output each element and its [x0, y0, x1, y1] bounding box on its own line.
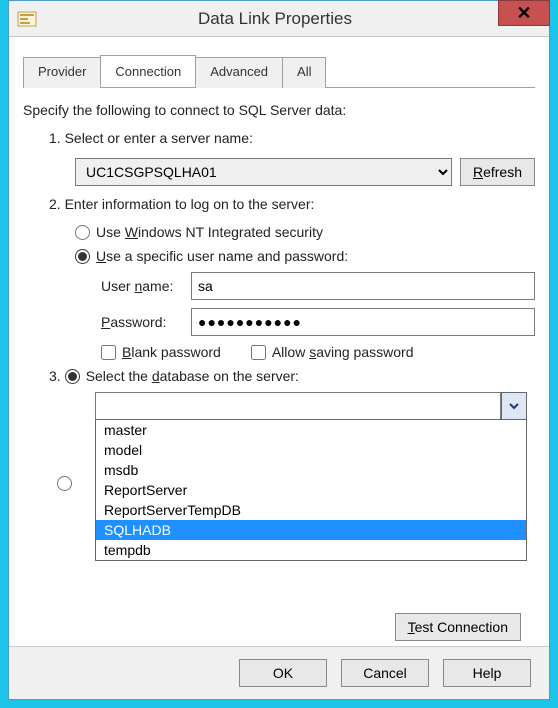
username-input[interactable]: [191, 272, 535, 300]
dialog-window: Data Link Properties ✕ Provider Connecti…: [8, 0, 550, 700]
server-combo[interactable]: UC1CSGPSQLHA01: [75, 158, 452, 186]
tab-all[interactable]: All: [282, 57, 326, 88]
password-input[interactable]: [191, 308, 535, 336]
dialog-title: Data Link Properties: [41, 9, 509, 29]
content-area: Provider Connection Advanced All Specify…: [9, 37, 549, 651]
db-option[interactable]: ReportServerTempDB: [96, 500, 526, 520]
step1-label: 1. Select or enter a server name:: [49, 130, 535, 146]
ok-button[interactable]: OK: [239, 659, 327, 687]
db-option[interactable]: ReportServer: [96, 480, 526, 500]
pw-checks-row: Blank password Allow saving password: [101, 344, 535, 360]
dropdown-arrow[interactable]: [501, 392, 527, 420]
save-password-label: Allow saving password: [272, 344, 414, 360]
radio-user-label: Use a specific user name and password:: [96, 248, 348, 264]
blank-password-label: Blank password: [122, 344, 221, 360]
step3-row: 3. Select the database on the server:: [49, 368, 535, 384]
db-option[interactable]: SQLHADB: [96, 520, 526, 540]
step3-num: 3.: [49, 368, 61, 384]
radio-select-db[interactable]: [65, 369, 80, 384]
db-option[interactable]: master: [96, 420, 526, 440]
password-label: Password:: [101, 314, 191, 330]
db-dropdown-section: mastermodelmsdbReportServerReportServerT…: [95, 392, 535, 420]
blank-password-checkbox[interactable]: [101, 345, 116, 360]
db-option[interactable]: tempdb: [96, 540, 526, 560]
db-option[interactable]: msdb: [96, 460, 526, 480]
radio-nt-label: Use Windows NT Integrated security: [96, 224, 323, 240]
tabstrip: Provider Connection Advanced All: [23, 57, 535, 88]
help-button[interactable]: Help: [443, 659, 531, 687]
nt-auth-row: Use Windows NT Integrated security: [75, 224, 535, 240]
username-label: User name:: [101, 278, 191, 294]
db-option[interactable]: model: [96, 440, 526, 460]
tab-advanced[interactable]: Advanced: [195, 57, 283, 88]
close-icon: ✕: [516, 3, 531, 24]
close-button[interactable]: ✕: [498, 0, 550, 26]
button-row: OK Cancel Help: [9, 646, 549, 699]
radio-attach-db-file[interactable]: [57, 476, 72, 491]
test-connection-button[interactable]: Test Connection: [395, 613, 521, 641]
refresh-button[interactable]: Refresh: [460, 158, 535, 186]
database-dropdown-list[interactable]: mastermodelmsdbReportServerReportServerT…: [95, 419, 527, 561]
intro-text: Specify the following to connect to SQL …: [23, 102, 535, 118]
database-combo[interactable]: [95, 392, 527, 420]
password-row: Password:: [101, 308, 535, 336]
radio-nt-auth[interactable]: [75, 225, 90, 240]
step2-label: 2. Enter information to log on to the se…: [49, 196, 535, 212]
user-auth-row: Use a specific user name and password:: [75, 248, 535, 264]
chevron-down-icon: [508, 400, 520, 412]
cancel-button[interactable]: Cancel: [341, 659, 429, 687]
radio-user-auth[interactable]: [75, 249, 90, 264]
username-row: User name:: [101, 272, 535, 300]
save-password-checkbox[interactable]: [251, 345, 266, 360]
select-db-label: Select the database on the server:: [86, 368, 299, 384]
titlebar: Data Link Properties ✕: [9, 1, 549, 37]
test-row: Test Connection: [23, 613, 535, 641]
tab-connection[interactable]: Connection: [100, 55, 196, 86]
app-icon: [13, 5, 41, 33]
database-input[interactable]: [95, 392, 501, 420]
radio-attach-db-visible: [57, 476, 78, 494]
tab-provider[interactable]: Provider: [23, 57, 101, 88]
server-row: UC1CSGPSQLHA01 Refresh: [75, 158, 535, 186]
